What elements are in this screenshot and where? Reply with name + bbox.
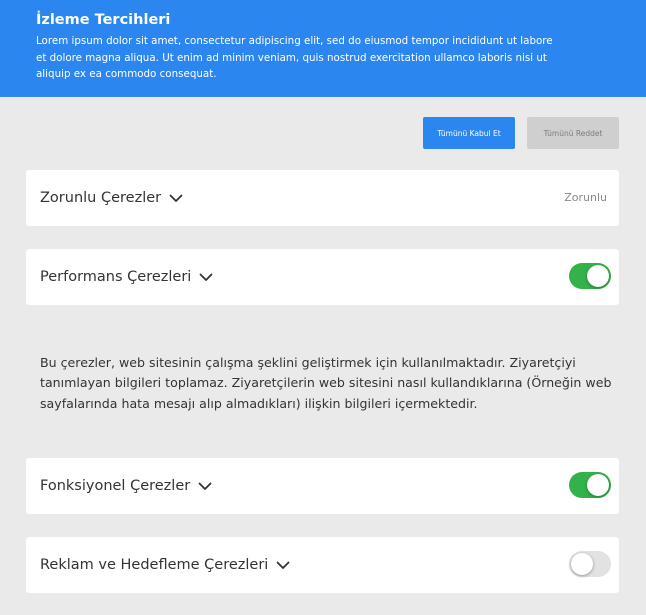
functional-switch[interactable] bbox=[569, 472, 611, 498]
category-card-functional: Fonksiyonel Çerezler bbox=[26, 458, 619, 514]
performance-switch[interactable] bbox=[569, 263, 611, 289]
category-toggle-necessary[interactable]: Zorunlu Çerezler bbox=[40, 190, 183, 206]
accept-all-button[interactable]: Tümünü Kabul Et bbox=[423, 117, 515, 149]
chevron-down-icon bbox=[199, 273, 213, 282]
category-card-performance: Performans Çerezleri bbox=[26, 249, 619, 305]
switch-knob bbox=[571, 553, 593, 575]
category-toggle-performance[interactable]: Performans Çerezleri bbox=[40, 269, 213, 285]
header-banner: İzleme Tercihleri Lorem ipsum dolor sit … bbox=[0, 0, 646, 97]
category-title: Fonksiyonel Çerezler bbox=[40, 478, 191, 494]
header-description: Lorem ipsum dolor sit amet, consectetur … bbox=[36, 35, 553, 80]
category-title: Performans Çerezleri bbox=[40, 269, 192, 285]
category-title: Zorunlu Çerezler bbox=[40, 190, 162, 206]
performance-description: Bu çerezler, web sitesinin çalışma şekli… bbox=[40, 355, 612, 411]
chevron-down-icon bbox=[198, 482, 212, 491]
category-toggle-advertising[interactable]: Reklam ve Hedefleme Çerezleri bbox=[40, 557, 290, 573]
page-title: İzleme Tercihleri bbox=[36, 12, 171, 28]
chevron-down-icon bbox=[276, 561, 290, 570]
category-toggle-functional[interactable]: Fonksiyonel Çerezler bbox=[40, 478, 212, 494]
advertising-switch[interactable] bbox=[569, 551, 611, 577]
switch-knob bbox=[587, 265, 609, 287]
reject-all-button[interactable]: Tümünü Reddet bbox=[527, 117, 619, 149]
category-card-advertising: Reklam ve Hedefleme Çerezleri bbox=[26, 537, 619, 593]
switch-knob bbox=[587, 474, 609, 496]
category-card-necessary: Zorunlu Çerezler Zorunlu bbox=[26, 170, 619, 226]
category-title: Reklam ve Hedefleme Çerezleri bbox=[40, 557, 269, 573]
required-label: Zorunlu bbox=[564, 191, 607, 204]
chevron-down-icon bbox=[169, 194, 183, 203]
